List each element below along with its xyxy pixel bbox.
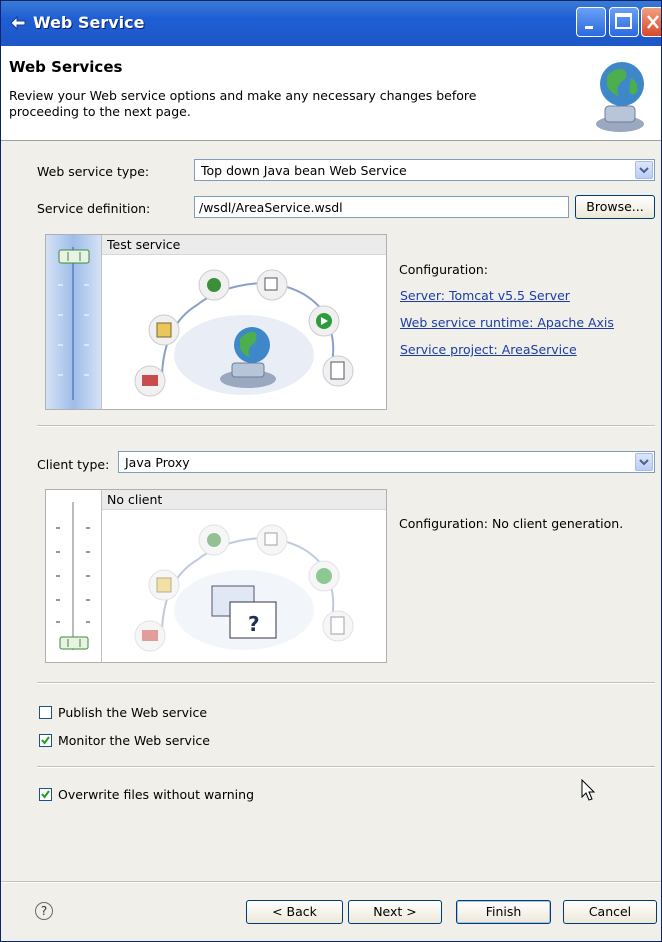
check-icon xyxy=(41,736,50,745)
web-service-runtime-link[interactable]: Web service runtime: Apache Axis xyxy=(400,315,614,330)
client-type-label: Client type: xyxy=(37,457,110,472)
back-button[interactable]: < Back xyxy=(246,900,343,924)
service-definition-input[interactable] xyxy=(195,197,568,217)
client-type-value: Java Proxy xyxy=(125,455,190,470)
web-service-globe-icon xyxy=(596,62,644,132)
service-slider-thumb xyxy=(58,249,90,264)
service-scale-panel: Test service xyxy=(45,234,387,410)
close-icon xyxy=(647,15,659,29)
web-service-type-combo[interactable]: Top down Java bean Web Service xyxy=(194,159,655,181)
client-type-combo[interactable]: Java Proxy xyxy=(118,451,655,473)
web-service-app-icon xyxy=(10,15,26,31)
finish-button[interactable]: Finish xyxy=(456,900,551,924)
close-button[interactable] xyxy=(641,7,661,37)
client-slider-track xyxy=(56,502,90,650)
section-divider xyxy=(37,766,655,768)
client-configuration-label: Configuration: No client generation. xyxy=(399,516,624,531)
maximize-button[interactable] xyxy=(609,7,639,37)
page-title: Web Services xyxy=(9,58,123,76)
monitor-label[interactable]: Monitor the Web service xyxy=(58,733,210,748)
window-title: Web Service xyxy=(33,13,145,32)
footer-divider xyxy=(1,881,661,883)
browse-button[interactable]: Browse... xyxy=(575,195,655,219)
server-link[interactable]: Server: Tomcat v5.5 Server xyxy=(400,288,570,303)
service-panel-title-text: Test service xyxy=(107,237,181,252)
service-panel-title: Test service xyxy=(102,235,386,255)
web-service-type-value: Top down Java bean Web Service xyxy=(201,163,407,178)
mouse-cursor-icon xyxy=(581,779,596,801)
overwrite-label[interactable]: Overwrite files without warning xyxy=(58,787,254,802)
client-scale-panel: No client ? xyxy=(45,489,387,663)
chevron-down-icon[interactable] xyxy=(635,161,653,179)
client-level-slider[interactable] xyxy=(46,490,102,662)
wizard-header: Web Services Review your Web service opt… xyxy=(1,46,661,141)
service-level-illustration xyxy=(102,255,386,409)
client-level-illustration: ? xyxy=(102,510,386,662)
web-service-type-label: Web service type: xyxy=(37,164,150,179)
client-panel-title: No client xyxy=(102,490,386,510)
service-configuration-label: Configuration: xyxy=(399,262,488,277)
help-icon[interactable]: ? xyxy=(35,902,53,920)
service-definition-label: Service definition: xyxy=(37,201,151,216)
cancel-button[interactable]: Cancel xyxy=(563,900,657,924)
minimize-icon xyxy=(585,26,593,29)
svg-text:?: ? xyxy=(248,612,260,636)
minimize-button[interactable] xyxy=(576,7,606,37)
service-slider-track xyxy=(58,247,90,400)
next-button[interactable]: Next > xyxy=(348,900,442,924)
client-slider-thumb xyxy=(59,636,89,650)
web-service-dialog: Web Service Web Services Review your Web… xyxy=(0,0,662,942)
publish-label[interactable]: Publish the Web service xyxy=(58,705,207,720)
section-divider xyxy=(37,425,655,427)
chevron-down-icon[interactable] xyxy=(635,453,653,471)
section-divider xyxy=(37,682,655,684)
maximize-icon xyxy=(615,13,632,29)
title-bar[interactable]: Web Service xyxy=(1,1,661,46)
client-panel-title-text: No client xyxy=(107,492,163,507)
publish-checkbox[interactable] xyxy=(39,706,52,719)
page-description: Review your Web service options and make… xyxy=(9,88,477,119)
overwrite-checkbox[interactable] xyxy=(39,788,52,801)
service-project-link[interactable]: Service project: AreaService xyxy=(400,342,577,357)
service-level-slider[interactable] xyxy=(46,235,102,409)
monitor-checkbox[interactable] xyxy=(39,734,52,747)
check-icon xyxy=(41,790,50,799)
client-proxy-icon: ? xyxy=(211,585,277,639)
service-definition-field[interactable] xyxy=(194,196,569,218)
